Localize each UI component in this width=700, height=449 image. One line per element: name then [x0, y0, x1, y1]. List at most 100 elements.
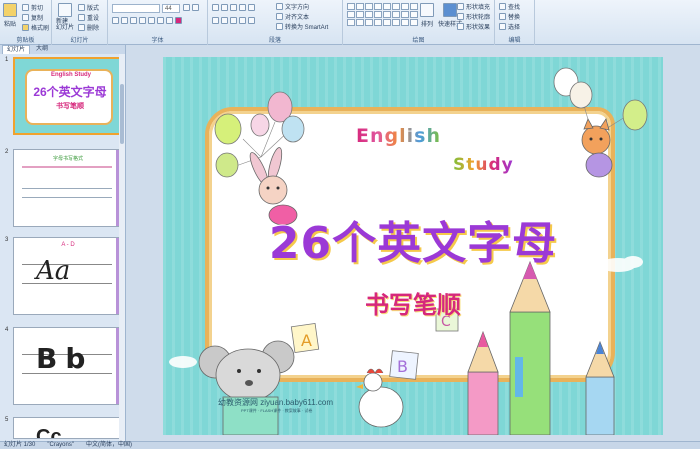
spacing-icon [157, 17, 164, 24]
select-icon [499, 23, 506, 30]
align-text-button[interactable]: 对齐文本 [276, 12, 309, 21]
thumb-preview[interactable]: Bb [13, 327, 123, 405]
thumb-preview[interactable]: 字母书写格式 [13, 149, 123, 227]
layout-icon [78, 4, 85, 11]
reset-button[interactable]: 重设 [78, 13, 99, 22]
tab-slides[interactable]: 幻灯片 [2, 45, 31, 54]
smartart-button[interactable]: 转换为 SmartArt [276, 22, 328, 31]
study-word: Study [453, 155, 514, 175]
layout-button[interactable]: 版式 [78, 3, 99, 12]
cat-character [581, 118, 613, 178]
find-button[interactable]: 查找 [499, 2, 520, 11]
shrink-font-icon [192, 4, 199, 11]
english-word: English [356, 125, 441, 147]
slide-subtitle[interactable]: 书写笔顺 [353, 285, 473, 320]
tab-outline[interactable]: 大纲 [32, 45, 52, 54]
scroll-thumb[interactable] [120, 84, 124, 144]
align-left-icon [212, 17, 219, 24]
quick-styles-icon [443, 3, 457, 17]
text-direction-button[interactable]: 文字方向 [276, 2, 309, 11]
list-buttons[interactable] [212, 4, 255, 11]
letter-block-b: B [389, 350, 419, 380]
thumb-preview[interactable]: Cc [13, 417, 123, 439]
shape-effects-button[interactable]: 形状效果 [457, 22, 490, 31]
shapes-gallery[interactable] [347, 3, 418, 26]
outline-icon [457, 13, 464, 20]
font-name-combo[interactable] [112, 4, 160, 13]
fill-icon [457, 3, 464, 10]
pane-scrollbar[interactable] [119, 54, 125, 441]
font-label: 字体 [151, 38, 164, 44]
copy-button[interactable]: 复制 [22, 13, 43, 22]
thumb-preview[interactable]: A - D Aa [13, 237, 123, 315]
thumb-title: A - D [61, 242, 75, 248]
thumb-preview[interactable]: English Study 26个英文字母 书写笔顺 [13, 57, 123, 135]
effects-icon [457, 23, 464, 30]
slide-title[interactable]: 26个英文字母 [223, 207, 603, 271]
thumb-number: 1 [5, 57, 9, 63]
study-text: Study [453, 155, 514, 175]
status-bar: 幻灯片 1/30 "Crayons" 中文(简体，中国) [0, 441, 700, 449]
font-color-icon [175, 17, 182, 24]
clipboard-label: 剪贴板 [16, 38, 35, 44]
copy-icon [22, 14, 29, 21]
columns-icon [248, 17, 255, 24]
justify-icon [239, 17, 246, 24]
thumb-subtitle: 书写笔顺 [56, 103, 84, 110]
smartart-icon [276, 23, 283, 30]
pencil-pink [467, 330, 499, 435]
letter-block-a: A [290, 323, 320, 353]
slide-counter: 幻灯片 1/30 [4, 442, 36, 448]
replace-button[interactable]: 替换 [499, 12, 520, 21]
underline-icon [130, 17, 137, 24]
cut-button[interactable]: 剪切 [22, 3, 43, 12]
drawing-label: 绘图 [412, 38, 425, 44]
theme-name: "Crayons" [47, 442, 74, 448]
scissors-icon [22, 4, 29, 11]
thumb-line [22, 166, 112, 168]
language-indicator[interactable]: 中文(简体，中国) [86, 442, 132, 449]
align-center-icon [221, 17, 228, 24]
select-button[interactable]: 选择 [499, 22, 520, 31]
mouse-character [198, 340, 295, 435]
new-slide-button[interactable]: 新建 幻灯片 [56, 3, 74, 31]
editing-group: 查找 替换 选择 编辑 [495, 0, 535, 45]
align-buttons[interactable] [212, 17, 255, 24]
font-size-combo[interactable]: 44 [162, 4, 180, 13]
strikethrough-icon [139, 17, 146, 24]
shape-outline-button[interactable]: 形状轮廓 [457, 12, 490, 21]
watermark-text: 幼教资源网 ziyuan.baby611.com [218, 398, 334, 407]
line-spacing-icon [248, 4, 255, 11]
align-text-icon [276, 13, 283, 20]
new-slide-icon [58, 3, 72, 17]
numbering-icon [221, 4, 228, 11]
case-icon [166, 17, 173, 24]
pencil-blue [585, 340, 615, 435]
outdent-icon [230, 4, 237, 11]
chicken-character [356, 368, 404, 428]
current-slide[interactable]: A B C English Study 26个英文字母 书写笔顺 幼教资源网 z… [163, 57, 663, 435]
delete-icon [78, 24, 85, 31]
shape-fill-button[interactable]: 形状填充 [457, 2, 490, 11]
reset-icon [78, 14, 85, 21]
slides-label: 幻灯片 [70, 38, 89, 44]
svg-text:A: A [301, 331, 312, 350]
bold-icon [112, 17, 119, 24]
grow-font-button[interactable] [183, 4, 199, 11]
editing-label: 编辑 [508, 38, 521, 44]
paragraph-label: 段落 [268, 38, 281, 44]
pane-tabs: 幻灯片 大纲 [0, 45, 125, 54]
paste-button[interactable]: 粘贴 [3, 3, 17, 28]
slide-canvas: A B C English Study 26个英文字母 书写笔顺 幼教资源网 z… [126, 45, 700, 441]
pencil-green [509, 260, 551, 435]
arrange-button[interactable]: 排列 [420, 3, 434, 28]
bullets-icon [212, 4, 219, 11]
delete-button[interactable]: 删除 [78, 23, 99, 32]
grow-font-icon [183, 4, 190, 11]
format-painter-button[interactable]: 格式刷 [22, 23, 49, 32]
font-format-buttons[interactable] [112, 17, 182, 24]
font-group: 44 字体 [108, 0, 208, 45]
english-text: English [356, 125, 441, 147]
replace-icon [499, 13, 506, 20]
slides-group: 新建 幻灯片 版式 重设 删除 幻灯片 [52, 0, 108, 45]
